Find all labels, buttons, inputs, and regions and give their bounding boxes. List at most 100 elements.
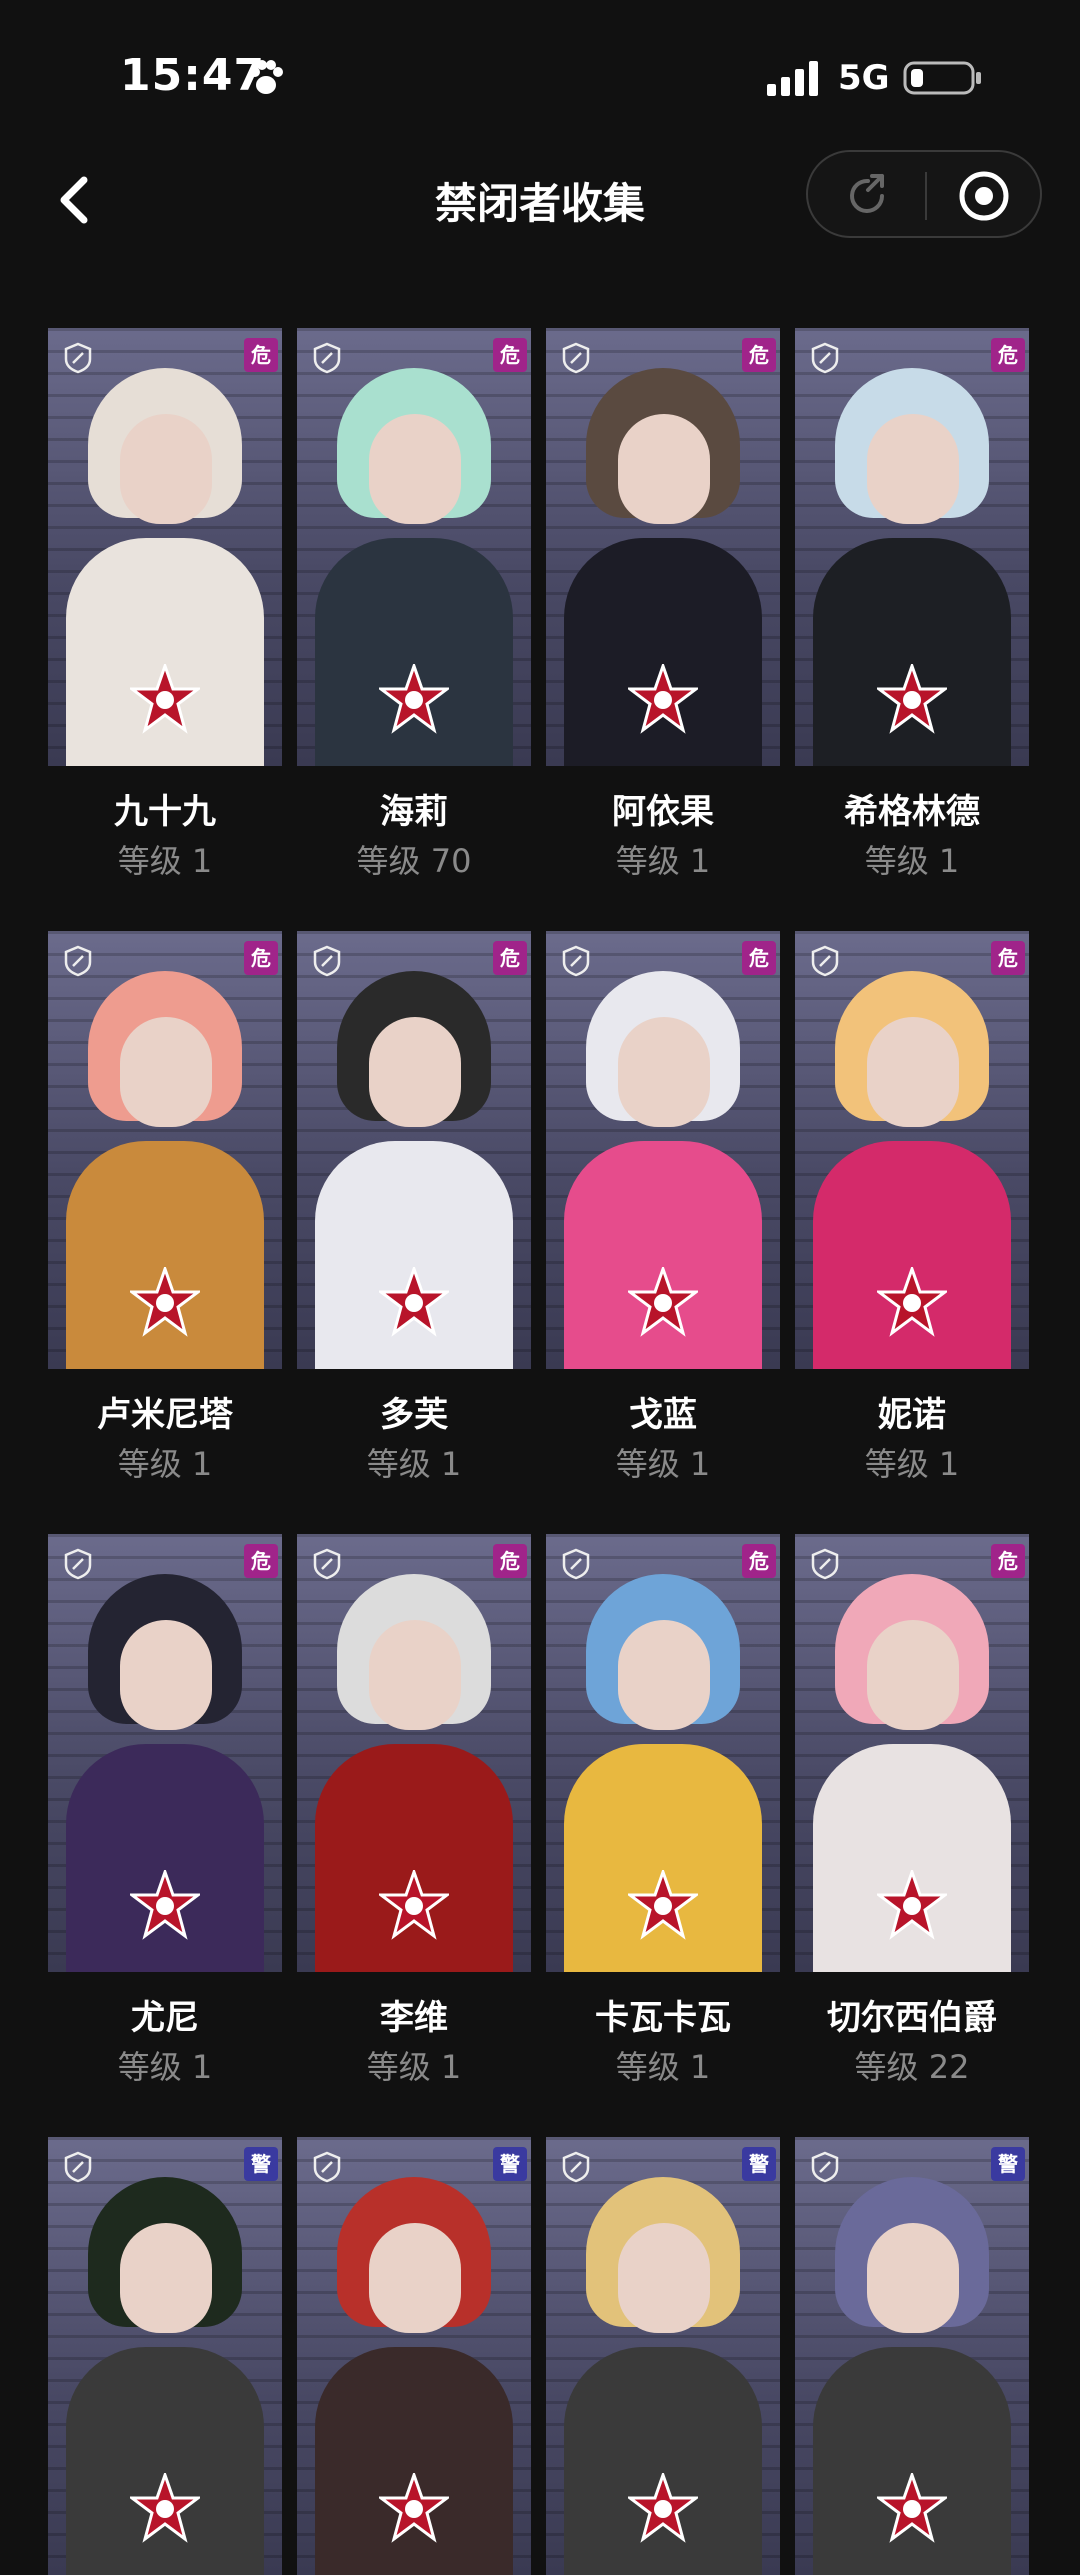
- portrait-face: [369, 1017, 461, 1127]
- portrait-face: [867, 414, 959, 524]
- portrait-face: [369, 1620, 461, 1730]
- star-emblem-icon: [130, 1267, 200, 1337]
- character-name: 希格林德: [844, 792, 980, 832]
- character-name: 切尔西伯爵: [827, 1998, 997, 2038]
- character-level: 等级 1: [864, 842, 960, 880]
- rank-shield-icon: [562, 2151, 590, 2183]
- danger-badge: 危: [991, 1544, 1025, 1578]
- character-portrait: 危: [795, 931, 1029, 1369]
- danger-badge: 危: [991, 941, 1025, 975]
- portrait-face: [867, 2223, 959, 2333]
- portrait-face: [120, 2223, 212, 2333]
- portrait-face: [120, 1017, 212, 1127]
- character-portrait: 危: [795, 1534, 1029, 1972]
- character-card[interactable]: 危戈蓝 等级 1: [546, 931, 780, 1483]
- battery-icon: [903, 61, 981, 95]
- danger-badge: 危: [493, 1544, 527, 1578]
- rank-shield-icon: [64, 2151, 92, 2183]
- character-portrait: 警: [297, 2137, 531, 2575]
- portrait-face: [867, 1017, 959, 1127]
- character-card[interactable]: 危希格林德等级 1: [795, 328, 1029, 880]
- character-name: 多芙: [380, 1395, 448, 1435]
- character-portrait: 危: [297, 1534, 531, 1972]
- character-card[interactable]: 警: [795, 2137, 1029, 2575]
- danger-badge: 危: [244, 1544, 278, 1578]
- close-target-icon[interactable]: [956, 168, 1012, 224]
- character-level: 等级 1: [117, 842, 213, 880]
- danger-badge: 危: [742, 338, 776, 372]
- rank-shield-icon: [811, 342, 839, 374]
- network-type: 5G: [838, 58, 890, 98]
- character-portrait: 危: [546, 1534, 780, 1972]
- character-level: 等级 1: [615, 2048, 711, 2086]
- rank-shield-icon: [313, 945, 341, 977]
- character-card[interactable]: 警: [297, 2137, 531, 2575]
- character-level: 等级 70: [356, 842, 472, 880]
- danger-badge: 警: [991, 2147, 1025, 2181]
- danger-badge: 危: [493, 941, 527, 975]
- danger-badge: 危: [742, 941, 776, 975]
- rank-shield-icon: [562, 945, 590, 977]
- status-time: 15:47: [120, 50, 266, 101]
- danger-badge: 警: [244, 2147, 278, 2181]
- star-emblem-icon: [628, 1267, 698, 1337]
- character-level: 等级 22: [854, 2048, 970, 2086]
- rank-shield-icon: [313, 1548, 341, 1580]
- character-card[interactable]: 危多芙 等级 1: [297, 931, 531, 1483]
- character-card[interactable]: 警: [546, 2137, 780, 2575]
- portrait-face: [120, 1620, 212, 1730]
- danger-badge: 危: [493, 338, 527, 372]
- character-name: 卢米尼塔: [97, 1395, 233, 1435]
- status-bar: 15:47 5G: [0, 0, 1080, 150]
- character-level: 等级 1: [864, 1445, 960, 1483]
- star-emblem-icon: [877, 1267, 947, 1337]
- character-portrait: 危: [297, 931, 531, 1369]
- portrait-face: [618, 414, 710, 524]
- character-card[interactable]: 危妮诺 等级 1: [795, 931, 1029, 1483]
- danger-badge: 危: [991, 338, 1025, 372]
- star-emblem-icon: [379, 2473, 449, 2543]
- character-portrait: 危: [48, 1534, 282, 1972]
- rank-shield-icon: [64, 342, 92, 374]
- capsule-divider: [925, 172, 927, 220]
- character-name: 李维: [380, 1998, 448, 2038]
- star-emblem-icon: [130, 664, 200, 734]
- character-name: 阿依果: [612, 792, 714, 832]
- character-portrait: 危: [48, 328, 282, 766]
- danger-badge: 危: [244, 338, 278, 372]
- star-emblem-icon: [877, 664, 947, 734]
- star-emblem-icon: [877, 1870, 947, 1940]
- character-card[interactable]: 警: [48, 2137, 282, 2575]
- character-name: 海莉: [380, 792, 448, 832]
- character-card[interactable]: 危卡瓦卡瓦 等级 1: [546, 1534, 780, 2086]
- nav-bar: 禁闭者收集: [0, 150, 1080, 270]
- rank-shield-icon: [64, 1548, 92, 1580]
- character-level: 等级 1: [117, 1445, 213, 1483]
- character-card[interactable]: 危九十九等级 1: [48, 328, 282, 880]
- danger-badge: 警: [742, 2147, 776, 2181]
- rank-shield-icon: [562, 1548, 590, 1580]
- mini-program-capsule: [806, 150, 1042, 238]
- star-emblem-icon: [130, 1870, 200, 1940]
- portrait-face: [369, 414, 461, 524]
- star-emblem-icon: [379, 1870, 449, 1940]
- character-portrait: 危: [546, 328, 780, 766]
- character-portrait: 警: [48, 2137, 282, 2575]
- portrait-face: [867, 1620, 959, 1730]
- character-card[interactable]: 危李维 等级 1: [297, 1534, 531, 2086]
- share-icon[interactable]: [842, 170, 894, 222]
- character-card[interactable]: 危切尔西伯爵等级 22: [795, 1534, 1029, 2086]
- rank-shield-icon: [562, 342, 590, 374]
- character-card[interactable]: 危卢米尼塔 等级 1: [48, 931, 282, 1483]
- star-emblem-icon: [628, 2473, 698, 2543]
- character-card[interactable]: 危海莉等级 70: [297, 328, 531, 880]
- character-portrait: 危: [795, 328, 1029, 766]
- star-emblem-icon: [379, 664, 449, 734]
- character-portrait: 警: [795, 2137, 1029, 2575]
- star-emblem-icon: [628, 1870, 698, 1940]
- character-card[interactable]: 危尤尼 等级 1: [48, 1534, 282, 2086]
- portrait-face: [369, 2223, 461, 2333]
- character-card[interactable]: 危阿依果 等级 1: [546, 328, 780, 880]
- character-name: 九十九: [114, 792, 216, 832]
- danger-badge: 警: [493, 2147, 527, 2181]
